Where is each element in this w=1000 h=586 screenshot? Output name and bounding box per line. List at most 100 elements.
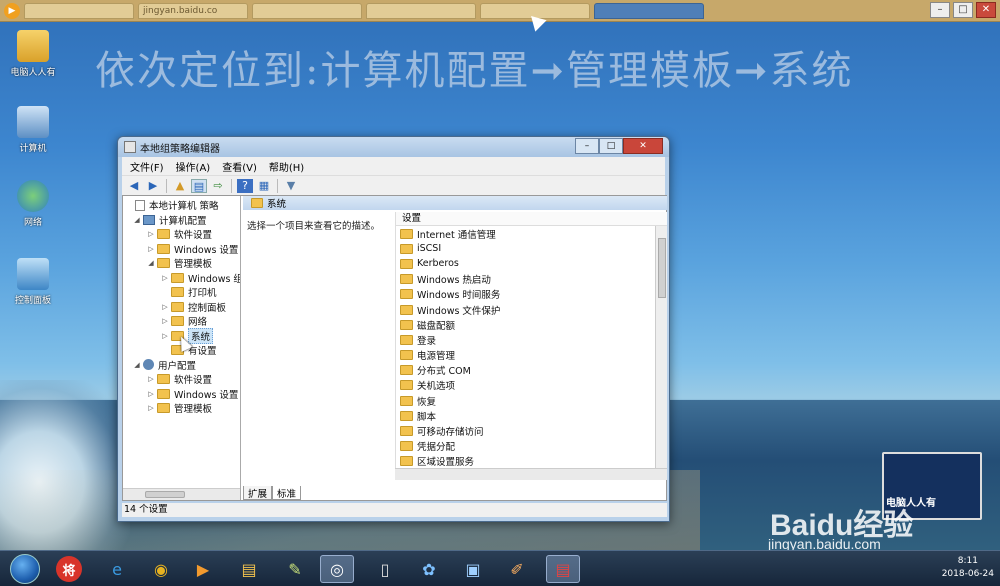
folder-icon (400, 456, 413, 467)
tree-toggle[interactable]: ▷ (147, 390, 155, 398)
top-tab[interactable]: jingyan.baidu.co (138, 2, 248, 19)
settings-list-item[interactable]: Kerberos (396, 256, 667, 271)
settings-list-item[interactable]: 恢复 (396, 393, 667, 408)
list-column-header[interactable]: 设置 (396, 212, 667, 226)
tree-toggle[interactable]: ▷ (147, 245, 155, 253)
minimize-button[interactable]: – (575, 138, 599, 154)
help-icon[interactable]: ? (237, 178, 253, 193)
tree-item-admin-templates[interactable]: ◢ 管理模板 (147, 256, 212, 270)
tree-toggle[interactable]: ▷ (161, 317, 169, 325)
tree-toggle[interactable]: ▷ (147, 404, 155, 412)
minimize-icon[interactable]: – (930, 2, 950, 18)
settings-list-item[interactable]: 可移动存储访问 (396, 423, 667, 438)
user-config-icon (143, 359, 154, 370)
top-tab[interactable] (252, 2, 362, 19)
tree-item-user-admin-templates[interactable]: ▷ 管理模板 (147, 401, 212, 415)
maximize-icon[interactable]: □ (953, 2, 973, 18)
ie-icon[interactable]: e (100, 555, 134, 583)
tree-toggle[interactable]: ▷ (161, 332, 169, 340)
settings-list-item[interactable]: 登录 (396, 332, 667, 347)
explorer-icon[interactable]: ▤ (232, 555, 266, 583)
top-tab-active[interactable] (594, 2, 704, 19)
close-icon[interactable]: ✕ (976, 2, 996, 18)
media-player-icon[interactable]: ▶ (186, 555, 220, 583)
tree-item-windows-components[interactable]: ▷ Windows 组 (161, 271, 240, 285)
settings-list-item[interactable]: 脚本 (396, 408, 667, 423)
computer-icon (17, 106, 49, 138)
close-button[interactable]: ✕ (623, 138, 663, 154)
window-titlebar[interactable]: 本地组策略编辑器 – □ ✕ (118, 137, 669, 157)
top-tab[interactable] (24, 2, 134, 19)
settings-list-item[interactable]: 电源管理 (396, 348, 667, 363)
system-clock[interactable]: 8:11 2018-06-24 (942, 555, 994, 581)
tree-toggle[interactable]: ▷ (161, 303, 169, 311)
notes-icon[interactable]: ✎ (278, 555, 312, 583)
properties-icon[interactable]: ▦ (256, 179, 272, 193)
pane-header: 系统 (243, 196, 667, 210)
settings-item-label: 区域设置服务 (417, 457, 475, 469)
settings-list-item[interactable]: 关机选项 (396, 378, 667, 393)
tree-item-windows-settings[interactable]: ▷ Windows 设置 (147, 242, 238, 256)
tree-item-network[interactable]: ▷ 网络 (161, 314, 207, 328)
menu-view[interactable]: 查看(V) (222, 159, 257, 174)
tree-item-computer-config[interactable]: ◢ 计算机配置 (133, 213, 207, 227)
remote-desktop-icon[interactable]: ▣ (456, 555, 490, 583)
tree-horizontal-scrollbar[interactable] (123, 488, 240, 500)
tree-item-user-config[interactable]: ◢ 用户配置 (133, 358, 196, 372)
start-orb-icon[interactable] (10, 554, 40, 584)
chrome-icon[interactable]: ◉ (144, 555, 178, 583)
top-tab[interactable] (366, 2, 476, 19)
browser-logo-icon[interactable]: ▶ (4, 2, 20, 19)
tree-toggle[interactable]: ◢ (147, 259, 155, 267)
up-folder-icon[interactable]: ▲ (172, 179, 188, 193)
paint-icon[interactable]: ✐ (500, 555, 534, 583)
list-vertical-scrollbar[interactable] (655, 226, 667, 480)
scrollbar-thumb[interactable] (658, 238, 666, 298)
settings-list-item[interactable]: 凭据分配 (396, 439, 667, 454)
tree-item-user-windows-settings[interactable]: ▷ Windows 设置 (147, 387, 238, 401)
menu-action[interactable]: 操作(A) (176, 159, 211, 174)
tree-toggle[interactable]: ▷ (161, 274, 169, 282)
back-arrow-icon[interactable]: ◀ (126, 179, 142, 193)
folder-icon (400, 380, 413, 391)
tree-toggle[interactable]: ◢ (133, 361, 141, 369)
tab-extended[interactable]: 扩展 (243, 486, 273, 500)
recorder-icon[interactable]: ◎ (320, 555, 354, 583)
desktop-icon-computer[interactable]: 计算机 (8, 106, 58, 154)
app-icon[interactable]: ✿ (412, 555, 446, 583)
tab-standard[interactable]: 标准 (272, 486, 302, 500)
desktop-icon-control-panel[interactable]: 控制面板 (8, 258, 58, 306)
clock-date: 2018-06-24 (941, 569, 994, 579)
tree-item-printers[interactable]: 打印机 (161, 285, 217, 299)
settings-list-item[interactable]: Windows 文件保护 (396, 302, 667, 317)
toolbox-icon[interactable]: ▤ (546, 555, 580, 583)
forward-arrow-icon[interactable]: ▶ (145, 179, 161, 193)
filter-icon[interactable]: ▼ (283, 179, 299, 193)
export-list-icon[interactable]: ⇨ (210, 179, 226, 193)
tree-item-root[interactable]: 本地计算机 策略 (125, 198, 219, 212)
show-tree-icon[interactable]: ▤ (191, 178, 207, 193)
desktop-icon-user[interactable]: 电脑人人有 (8, 30, 58, 78)
tree-toggle[interactable]: ▷ (147, 375, 155, 383)
tree-item-control-panel[interactable]: ▷ 控制面板 (161, 300, 226, 314)
settings-list-item[interactable]: Windows 热启动 (396, 272, 667, 287)
menu-help[interactable]: 帮助(H) (269, 159, 304, 174)
settings-list-item[interactable]: 分布式 COM (396, 363, 667, 378)
tree-toggle[interactable]: ▷ (147, 230, 155, 238)
settings-list-item[interactable]: 区域设置服务 (396, 454, 667, 469)
list-horizontal-scrollbar[interactable] (395, 468, 667, 480)
settings-list-item[interactable]: Windows 时间服务 (396, 287, 667, 302)
settings-list-item[interactable]: 磁盘配额 (396, 317, 667, 332)
tree-item-user-software-settings[interactable]: ▷ 软件设置 (147, 372, 212, 386)
desktop-icon-network[interactable]: 网络 (8, 180, 58, 228)
tree-item-software-settings[interactable]: ▷ 软件设置 (147, 227, 212, 241)
jiang-icon[interactable]: 将 (56, 556, 82, 582)
tree-toggle[interactable]: ◢ (133, 216, 141, 224)
menu-file[interactable]: 文件(F) (130, 159, 164, 174)
scrollbar-thumb[interactable] (145, 491, 185, 498)
settings-list-item[interactable]: Internet 通信管理 (396, 226, 667, 241)
folder-icon (157, 374, 170, 384)
maximize-button[interactable]: □ (599, 138, 623, 154)
settings-list-item[interactable]: iSCSI (396, 241, 667, 256)
doc-icon[interactable]: ▯ (368, 555, 402, 583)
